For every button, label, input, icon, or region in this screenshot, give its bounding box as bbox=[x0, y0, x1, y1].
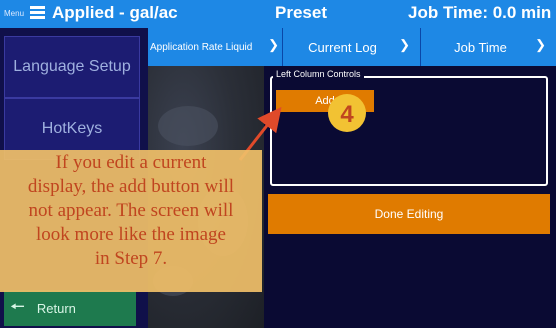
step-number: 4 bbox=[340, 101, 354, 128]
chevron-down-icon: ❯ bbox=[535, 37, 546, 52]
chevron-down-icon: ❯ bbox=[399, 37, 410, 52]
done-editing-label: Done Editing bbox=[374, 207, 444, 221]
sidebar-item-label: HotKeys bbox=[41, 120, 103, 137]
sidebar-item-language-setup[interactable]: Language Setup bbox=[4, 36, 140, 98]
arrow-left-icon: 🠔 bbox=[10, 296, 25, 316]
current-log-label: Current Log bbox=[308, 39, 377, 55]
sidebar-item-label: Language Setup bbox=[13, 58, 131, 75]
job-time-title: Job Time: 0.0 min bbox=[408, 3, 552, 22]
applied-rate-title: Applied - gal/ac bbox=[52, 3, 178, 22]
hamburger-menu-icon[interactable] bbox=[30, 4, 45, 19]
menu-label[interactable]: Menu bbox=[4, 9, 24, 18]
preset-title: Preset bbox=[275, 3, 327, 22]
return-label: Return bbox=[36, 300, 76, 316]
dropdown-bar: Application Rate Liquid ❯ Current Log ❯ … bbox=[148, 28, 556, 66]
chevron-down-icon: ❯ bbox=[268, 37, 279, 52]
done-editing-button[interactable]: Done Editing bbox=[268, 194, 550, 234]
callout-note: If you edit a current display, the add b… bbox=[0, 150, 262, 292]
step-number-badge: 4 bbox=[328, 94, 366, 132]
application-rate-dropdown[interactable]: Application Rate Liquid ❯ bbox=[148, 28, 282, 66]
job-time-dropdown[interactable]: Job Time ❯ bbox=[420, 28, 556, 66]
callout-note-text: If you edit a current display, the add b… bbox=[27, 152, 235, 269]
job-time-label: Job Time bbox=[454, 39, 507, 55]
current-log-dropdown[interactable]: Current Log ❯ bbox=[282, 28, 420, 66]
return-button[interactable]: 🠔 Return bbox=[4, 290, 136, 326]
application-rate-label: Application Rate Liquid bbox=[150, 41, 253, 53]
left-column-controls-label: Left Column Controls bbox=[273, 69, 364, 79]
header-bar: Menu Applied - gal/ac Preset Job Time: 0… bbox=[0, 0, 556, 28]
